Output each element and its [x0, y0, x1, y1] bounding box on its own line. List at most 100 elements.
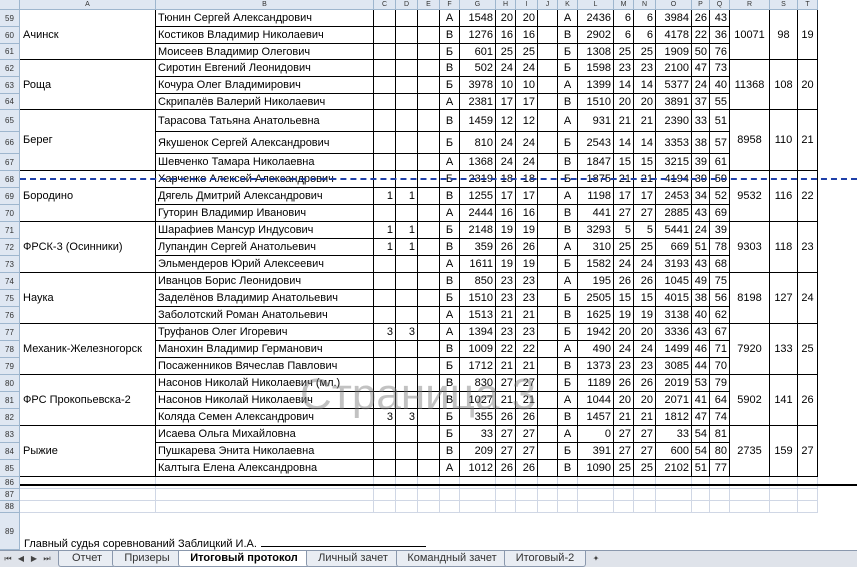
cell-M[interactable]: 24 — [614, 341, 634, 358]
team-points-cell[interactable]: 127 — [770, 273, 798, 324]
empty-cell[interactable] — [440, 489, 460, 501]
cell-Q[interactable]: 39 — [710, 222, 730, 239]
participant-name[interactable]: Эльмендеров Юрий Алексеевич — [156, 256, 374, 273]
cell-Q[interactable]: 70 — [710, 358, 730, 375]
cell-C[interactable] — [374, 460, 396, 477]
cell-N[interactable]: 25 — [634, 239, 656, 256]
cell-C[interactable]: 3 — [374, 324, 396, 341]
cell-D[interactable] — [396, 77, 418, 94]
cell-K[interactable]: А — [558, 10, 578, 27]
cell-J[interactable] — [538, 27, 558, 44]
cell-O[interactable]: 4015 — [656, 290, 692, 307]
cell-N[interactable]: 20 — [634, 94, 656, 110]
cell-G[interactable]: 209 — [460, 443, 496, 460]
cell-D[interactable]: 3 — [396, 324, 418, 341]
cell-E[interactable] — [418, 188, 440, 205]
empty-cell[interactable] — [418, 477, 440, 489]
cell-C[interactable] — [374, 341, 396, 358]
empty-cell[interactable] — [516, 477, 538, 489]
sheet-tab-2[interactable]: Призеры — [112, 551, 182, 567]
team-rank-cell[interactable]: 25 — [798, 324, 818, 375]
empty-cell[interactable] — [396, 477, 418, 489]
row-header-81[interactable]: 81 — [0, 392, 20, 409]
cell-Q[interactable]: 62 — [710, 307, 730, 324]
cell-L[interactable]: 1399 — [578, 77, 614, 94]
cell-H[interactable]: 26 — [496, 460, 516, 477]
empty-cell[interactable] — [374, 501, 396, 513]
cell-E[interactable] — [418, 426, 440, 443]
team-rank-cell[interactable]: 21 — [798, 110, 818, 171]
cell-G[interactable]: 1255 — [460, 188, 496, 205]
cell-L[interactable]: 931 — [578, 110, 614, 132]
cell-D[interactable]: 3 — [396, 409, 418, 426]
empty-cell[interactable] — [798, 501, 818, 513]
cell-E[interactable] — [418, 290, 440, 307]
participant-name[interactable]: Заделёнов Владимир Анатольевич — [156, 290, 374, 307]
cell-Q[interactable]: 81 — [710, 426, 730, 443]
cell-L[interactable]: 490 — [578, 341, 614, 358]
empty-cell[interactable] — [614, 477, 634, 489]
cell-K[interactable]: Б — [558, 132, 578, 154]
cell-M[interactable]: 23 — [614, 60, 634, 77]
empty-cell[interactable] — [558, 477, 578, 489]
column-header-I[interactable]: I — [516, 0, 538, 10]
column-header-A[interactable]: A — [20, 0, 156, 10]
cell-C[interactable] — [374, 132, 396, 154]
cell-E[interactable] — [418, 154, 440, 171]
team-total-cell[interactable]: 8958 — [730, 110, 770, 171]
row-header-76[interactable]: 76 — [0, 307, 20, 324]
column-header-C[interactable]: C — [374, 0, 396, 10]
cell-Q[interactable]: 75 — [710, 273, 730, 290]
cell-N[interactable]: 23 — [634, 358, 656, 375]
cell-K[interactable]: В — [558, 94, 578, 110]
cell-F[interactable]: В — [440, 188, 460, 205]
cell-J[interactable] — [538, 375, 558, 392]
cell-Q[interactable]: 68 — [710, 256, 730, 273]
cell-N[interactable]: 25 — [634, 44, 656, 60]
participant-name[interactable]: Якушенок Сергей Александрович — [156, 132, 374, 154]
cell-J[interactable] — [538, 205, 558, 222]
empty-cell[interactable] — [798, 477, 818, 489]
page-break-line[interactable] — [20, 178, 857, 180]
team-total-cell[interactable]: 8198 — [730, 273, 770, 324]
cell-E[interactable] — [418, 392, 440, 409]
cell-P[interactable]: 24 — [692, 77, 710, 94]
column-header-L[interactable]: L — [578, 0, 614, 10]
cell-K[interactable]: В — [558, 409, 578, 426]
cell-N[interactable]: 20 — [634, 392, 656, 409]
row-header-66[interactable]: 66 — [0, 132, 20, 154]
cell-E[interactable] — [418, 341, 440, 358]
cell-D[interactable] — [396, 154, 418, 171]
cell-I[interactable]: 23 — [516, 324, 538, 341]
column-header-P[interactable]: P — [692, 0, 710, 10]
cell-H[interactable]: 23 — [496, 324, 516, 341]
cell-L[interactable]: 0 — [578, 426, 614, 443]
cell-G[interactable]: 1027 — [460, 392, 496, 409]
cell-K[interactable]: А — [558, 392, 578, 409]
cell-Q[interactable]: 77 — [710, 460, 730, 477]
participant-name[interactable]: Моисеев Владимир Олегович — [156, 44, 374, 60]
cell-I[interactable]: 21 — [516, 392, 538, 409]
cell-J[interactable] — [538, 239, 558, 256]
cell-C[interactable] — [374, 94, 396, 110]
cell-P[interactable]: 46 — [692, 341, 710, 358]
cell-J[interactable] — [538, 94, 558, 110]
cell-M[interactable]: 14 — [614, 132, 634, 154]
cell-P[interactable]: 22 — [692, 27, 710, 44]
team-rank-cell[interactable]: 24 — [798, 273, 818, 324]
cell-N[interactable]: 14 — [634, 77, 656, 94]
cell-C[interactable] — [374, 60, 396, 77]
cell-Q[interactable]: 76 — [710, 44, 730, 60]
cell-P[interactable]: 43 — [692, 205, 710, 222]
cell-F[interactable]: Б — [440, 358, 460, 375]
cell-H[interactable]: 12 — [496, 110, 516, 132]
cell-H[interactable]: 24 — [496, 60, 516, 77]
team-rank-cell[interactable]: 23 — [798, 222, 818, 273]
cell-Q[interactable]: 79 — [710, 375, 730, 392]
empty-cell[interactable] — [516, 489, 538, 501]
cell-L[interactable]: 1457 — [578, 409, 614, 426]
next-sheet-icon[interactable]: ▶ — [28, 553, 40, 565]
cell-K[interactable]: В — [558, 307, 578, 324]
cell-L[interactable]: 2902 — [578, 27, 614, 44]
cell-G[interactable]: 1276 — [460, 27, 496, 44]
